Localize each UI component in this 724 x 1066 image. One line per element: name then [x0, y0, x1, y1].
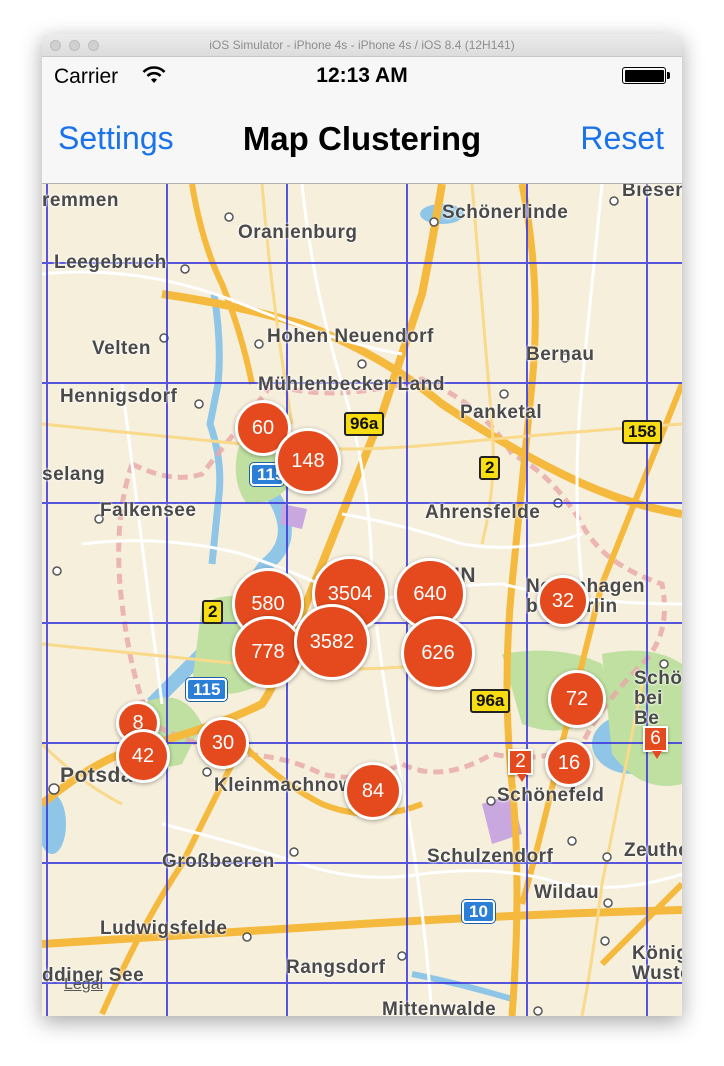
place-label: Schulzendorf — [427, 846, 554, 867]
place-label: Königs Wuster — [632, 943, 682, 984]
cluster-marker[interactable]: 148 — [275, 428, 341, 494]
cluster-marker[interactable]: 16 — [545, 739, 593, 787]
pin-count: 6 — [650, 728, 661, 749]
road-shield: 96a — [344, 412, 385, 436]
place-label: Mittenwalde — [382, 999, 497, 1016]
cluster-marker[interactable]: 42 — [116, 729, 170, 783]
road-shield: 158 — [622, 420, 663, 444]
place-label: Bernau — [526, 344, 595, 365]
place-label: Wildau — [534, 882, 600, 903]
legal-link[interactable]: Legal — [64, 976, 103, 994]
place-label: Hennigsdorf — [60, 386, 178, 407]
simulator-titlebar: iOS Simulator - iPhone 4s - iPhone 4s / … — [42, 34, 682, 57]
battery-icon — [622, 67, 670, 84]
cluster-marker[interactable]: 32 — [537, 575, 589, 627]
place-label: Biesen — [622, 184, 682, 201]
status-bar: Carrier 12:13 AM — [42, 57, 682, 97]
pin-count: 2 — [515, 751, 526, 772]
place-label: Zeuthe — [624, 840, 682, 861]
cluster-marker[interactable]: 84 — [344, 762, 402, 820]
cluster-marker[interactable]: 72 — [548, 670, 606, 728]
single-pin-marker[interactable]: 6 — [643, 726, 668, 759]
place-label: Falkensee — [100, 500, 197, 521]
place-label: Großbeeren — [162, 851, 275, 872]
place-label: Panketal — [460, 402, 543, 423]
status-time: 12:13 AM — [316, 64, 408, 87]
place-label: remmen — [42, 190, 119, 211]
road-shield: 115 — [186, 678, 228, 701]
simulator-title: iOS Simulator - iPhone 4s - iPhone 4s / … — [209, 38, 515, 52]
place-label: Ludwigsfelde — [100, 918, 228, 939]
simulator-window: iOS Simulator - iPhone 4s - iPhone 4s / … — [42, 34, 682, 1016]
road-shield: 2 — [479, 456, 501, 480]
place-label: Hohen Neuendorf — [267, 326, 434, 347]
cluster-marker[interactable]: 30 — [197, 717, 249, 769]
place-label: Velten — [92, 338, 151, 359]
road-shield: 10 — [462, 900, 495, 923]
navigation-bar: Settings Map Clustering Reset — [42, 97, 682, 184]
place-label: Oranienburg — [238, 222, 358, 243]
cluster-marker[interactable]: 3582 — [294, 604, 370, 680]
cluster-marker[interactable]: 778 — [232, 616, 304, 688]
place-label: Schönerlinde — [442, 202, 569, 223]
place-label: Mühlenbecker Land — [258, 374, 445, 395]
reset-button[interactable]: Reset — [580, 120, 664, 157]
map-view[interactable]: remmen Oranienburg Schönerlinde Biesen L… — [42, 184, 682, 1016]
place-label: selang — [42, 464, 106, 485]
place-label: Rangsdorf — [286, 957, 386, 978]
cluster-marker[interactable]: 626 — [401, 616, 475, 690]
single-pin-marker[interactable]: 2 — [508, 749, 533, 782]
place-label: Leegebruch — [54, 252, 167, 273]
place-label: Kleinmachnow — [214, 775, 355, 796]
place-label: Schöne bei Be — [634, 668, 682, 729]
road-shield: 96a — [470, 689, 511, 713]
road-shield: 2 — [202, 600, 224, 624]
place-label: Ahrensfelde — [425, 502, 541, 523]
place-label: Schönefeld — [497, 785, 605, 806]
